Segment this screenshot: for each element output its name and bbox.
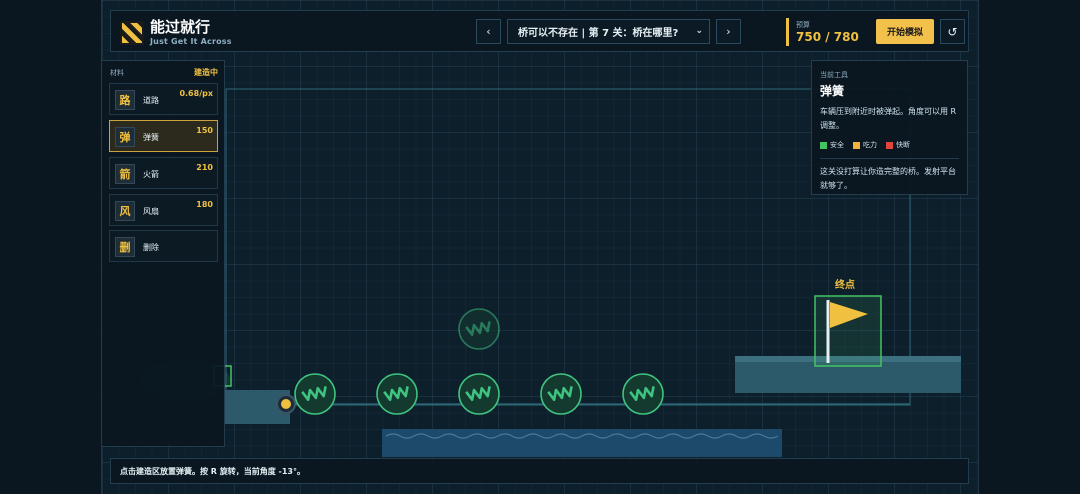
chevron-down-icon: ⌄ [695,26,703,36]
stress-legend: 安全 吃力 快断 [820,140,959,159]
top-bar: 能过就行 Just Get It Across ‹ 桥可以不存在 | 第 7 关… [110,10,969,52]
ghost-spring-preview[interactable] [458,308,500,350]
legend-swatch [853,141,860,149]
budget-display: 预算 750 / 780 [786,18,870,46]
tool-cost: 150 [196,126,213,135]
tool-name: 火箭 [143,170,159,179]
level-select[interactable]: 桥可以不存在 | 第 7 关：桥在哪里? ⌄ [507,19,710,44]
tool-name: 道路 [143,96,159,105]
game-subtitle: Just Get It Across [150,37,232,46]
tool-fan[interactable]: 风 风扇 180 [109,194,218,226]
tool-name: 风扇 [143,207,159,216]
tool-rocket[interactable]: 箭 火箭 210 [109,157,218,189]
legend-strained: 吃力 [853,140,877,150]
legend-breaking: 快断 [886,140,910,150]
spring-ring [458,308,500,350]
tool-cost: 180 [196,200,213,209]
info-label: 当前工具 [820,71,848,79]
legend-label: 快断 [896,141,910,149]
level-hint: 这关没打算让你造完整的桥。发射平台就够了。 [820,167,956,190]
placed-spring[interactable] [294,373,336,415]
tool-name: 弹簧 [143,133,159,142]
goal-box [814,295,882,367]
water [382,429,782,457]
goal-label: 终点 [835,280,855,291]
tool-key: 弹 [115,127,135,147]
tool-name: 删除 [143,243,159,252]
tool-cost: 0.68/px [179,89,213,98]
hazard-logo-icon [120,21,144,45]
info-title: 弹簧 [820,84,845,98]
spring-ring [622,373,664,415]
spring-ring [540,373,582,415]
legend-swatch [886,141,893,149]
next-level-button[interactable]: › [716,19,741,44]
tool-delete[interactable]: 删 删除 [109,230,218,262]
legend-safe: 安全 [820,140,844,150]
tool-cost: 210 [196,163,213,172]
budget-value: 750 / 780 [796,30,859,44]
tool-spring[interactable]: 弹 弹簧 150 [109,120,218,152]
info-description: 车辆压到附近时被弹起。角度可以用 R 调整。 [820,107,957,130]
level-select-value: 桥可以不存在 | 第 7 关：桥在哪里? [518,28,679,39]
tools-panel: 材料 建造中 路 道路 0.68/px 弹 弹簧 150 箭 火箭 210 风 … [101,60,225,447]
tool-info-panel: 当前工具 弹簧 车辆压到附近时被弹起。角度可以用 R 调整。 安全 吃力 快断 … [811,60,968,195]
status-text: 点击建造区放置弹簧。按 R 旋转，当前角度 -13°。 [120,466,305,476]
spring-ring [458,373,500,415]
game-title: 能过就行 [150,18,211,36]
legend-label: 吃力 [863,141,877,149]
tool-key: 风 [115,201,135,221]
tool-key: 箭 [115,164,135,184]
legend-swatch [820,141,827,149]
spring-ring [294,373,336,415]
tool-road[interactable]: 路 道路 0.68/px [109,83,218,115]
tool-key: 路 [115,90,135,110]
placed-spring[interactable] [540,373,582,415]
build-status: 建造中 [194,68,218,77]
tool-key: 删 [115,237,135,257]
budget-label: 预算 [796,21,810,29]
spring-ring [376,373,418,415]
placed-spring[interactable] [622,373,664,415]
reset-button[interactable]: ↺ [940,19,965,44]
vehicle-core [281,399,291,409]
prev-level-button[interactable]: ‹ [476,19,501,44]
placed-spring[interactable] [376,373,418,415]
placed-spring[interactable] [458,373,500,415]
start-simulation-button[interactable]: 开始模拟 [876,19,934,44]
status-bar: 点击建造区放置弹簧。按 R 旋转，当前角度 -13°。 [110,458,969,484]
legend-label: 安全 [830,141,844,149]
